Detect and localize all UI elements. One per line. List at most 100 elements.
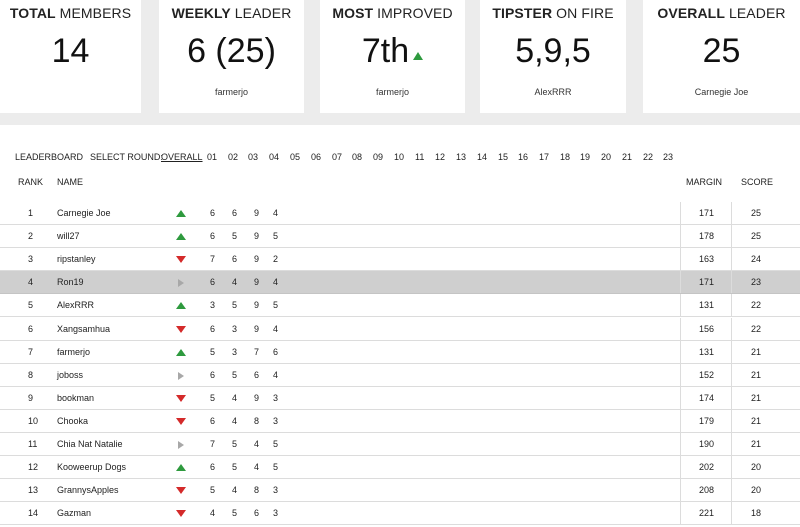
table-row[interactable]: 1 Carnegie Joe 6 6 9 4 171 25 <box>0 202 800 225</box>
round-score-cell: 5 <box>232 300 238 310</box>
margin-cell: 202 <box>699 462 715 472</box>
round-01-link[interactable]: 01 <box>207 152 217 162</box>
column-divider <box>680 271 681 293</box>
trend-up-icon <box>176 233 186 240</box>
round-03-link[interactable]: 03 <box>248 152 258 162</box>
card-value: 5,9,5 <box>480 32 626 71</box>
round-score-cell: 3 <box>273 393 279 403</box>
table-row[interactable]: 4 Ron19 6 4 9 4 171 23 <box>0 271 800 294</box>
round-12-link[interactable]: 12 <box>435 152 445 162</box>
round-06-link[interactable]: 06 <box>311 152 321 162</box>
round-20-link[interactable]: 20 <box>601 152 611 162</box>
round-23-link[interactable]: 23 <box>663 152 673 162</box>
card-value: 7th <box>320 32 465 71</box>
table-row[interactable]: 9 bookman 5 4 9 3 174 21 <box>0 387 800 410</box>
rank-cell: 4 <box>28 277 34 287</box>
score-cell: 21 <box>751 393 762 403</box>
player-name[interactable]: joboss <box>57 370 83 380</box>
column-divider <box>731 502 732 524</box>
column-divider <box>680 225 681 247</box>
round-score-cell: 6 <box>273 347 279 357</box>
score-cell: 21 <box>751 439 762 449</box>
round-16-link[interactable]: 16 <box>518 152 528 162</box>
round-score-cell: 5 <box>232 439 238 449</box>
weekly-leader-card: WEEKLY LEADER 6 (25) farmerjo <box>159 0 304 113</box>
player-name[interactable]: Ron19 <box>57 277 84 287</box>
player-name[interactable]: Xangsamhua <box>57 324 110 334</box>
score-cell: 21 <box>751 416 762 426</box>
round-11-link[interactable]: 11 <box>415 152 424 162</box>
round-07-link[interactable]: 07 <box>332 152 342 162</box>
column-divider <box>680 341 681 363</box>
table-row[interactable]: 3 ripstanley 7 6 9 2 163 24 <box>0 248 800 271</box>
round-21-link[interactable]: 21 <box>622 152 632 162</box>
round-score-cell: 5 <box>232 508 238 518</box>
player-name[interactable]: ripstanley <box>57 254 96 264</box>
table-row[interactable]: 2 will27 6 5 9 5 178 25 <box>0 225 800 248</box>
table-row[interactable]: 13 GrannysApples 5 4 8 3 208 20 <box>0 479 800 502</box>
card-value-text: 5,9,5 <box>515 32 591 70</box>
table-row[interactable]: 12 Kooweerup Dogs 6 5 4 5 202 20 <box>0 456 800 479</box>
margin-cell: 178 <box>699 231 715 241</box>
round-04-link[interactable]: 04 <box>269 152 279 162</box>
margin-cell: 152 <box>699 370 715 380</box>
column-divider <box>680 294 681 316</box>
round-score-cell: 5 <box>273 231 279 241</box>
column-divider <box>731 364 732 386</box>
table-row[interactable]: 11 Chia Nat Natalie 7 5 4 5 190 21 <box>0 433 800 456</box>
round-22-link[interactable]: 22 <box>643 152 653 162</box>
player-name[interactable]: farmerjo <box>57 347 90 357</box>
table-row[interactable]: 8 joboss 6 5 6 4 152 21 <box>0 364 800 387</box>
round-score-cell: 9 <box>254 254 260 264</box>
round-17-link[interactable]: 17 <box>539 152 549 162</box>
round-19-link[interactable]: 19 <box>580 152 590 162</box>
tipster-on-fire-card: TIPSTER ON FIRE 5,9,5 AlexRRR <box>480 0 626 113</box>
player-name[interactable]: bookman <box>57 393 94 403</box>
round-14-link[interactable]: 14 <box>477 152 487 162</box>
round-09-link[interactable]: 09 <box>373 152 383 162</box>
trend-down-icon <box>176 418 186 425</box>
table-row[interactable]: 14 Gazman 4 5 6 3 221 18 <box>0 502 800 525</box>
round-15-link[interactable]: 15 <box>498 152 508 162</box>
round-10-link[interactable]: 10 <box>394 152 404 162</box>
rank-cell: 3 <box>28 254 34 264</box>
round-02-link[interactable]: 02 <box>228 152 238 162</box>
rank-cell: 10 <box>28 416 39 426</box>
round-score-cell: 5 <box>273 462 279 472</box>
rank-cell: 9 <box>28 393 34 403</box>
player-name[interactable]: Kooweerup Dogs <box>57 462 126 472</box>
table-row[interactable]: 10 Chooka 6 4 8 3 179 21 <box>0 410 800 433</box>
round-score-cell: 9 <box>254 300 260 310</box>
margin-cell: 131 <box>699 347 715 357</box>
table-row[interactable]: 6 Xangsamhua 6 3 9 4 156 22 <box>0 318 800 341</box>
player-name[interactable]: GrannysApples <box>57 485 119 495</box>
table-row[interactable]: 5 AlexRRR 3 5 9 5 131 22 <box>0 294 800 317</box>
trend-same-icon <box>178 372 184 380</box>
round-score-cell: 5 <box>210 485 216 495</box>
round-score-cell: 5 <box>273 300 279 310</box>
round-08-link[interactable]: 08 <box>352 152 362 162</box>
player-name[interactable]: Gazman <box>57 508 91 518</box>
margin-cell: 190 <box>699 439 715 449</box>
round-13-link[interactable]: 13 <box>456 152 466 162</box>
table-row[interactable]: 7 farmerjo 5 3 7 6 131 21 <box>0 341 800 364</box>
trend-same-icon <box>178 279 184 287</box>
column-divider <box>680 364 681 386</box>
round-score-cell: 9 <box>254 208 260 218</box>
player-name[interactable]: Chooka <box>57 416 88 426</box>
rank-cell: 2 <box>28 231 34 241</box>
card-title-rest: MEMBERS <box>55 5 132 21</box>
round-18-link[interactable]: 18 <box>560 152 570 162</box>
column-divider <box>680 318 681 340</box>
round-score-cell: 3 <box>273 485 279 495</box>
trend-down-icon <box>176 256 186 263</box>
player-name[interactable]: Chia Nat Natalie <box>57 439 123 449</box>
player-name[interactable]: AlexRRR <box>57 300 94 310</box>
round-overall-link[interactable]: OVERALL <box>161 152 203 162</box>
round-score-cell: 4 <box>232 393 238 403</box>
round-score-cell: 4 <box>273 208 279 218</box>
player-name[interactable]: Carnegie Joe <box>57 208 111 218</box>
round-05-link[interactable]: 05 <box>290 152 300 162</box>
rank-cell: 6 <box>28 324 34 334</box>
player-name[interactable]: will27 <box>57 231 80 241</box>
